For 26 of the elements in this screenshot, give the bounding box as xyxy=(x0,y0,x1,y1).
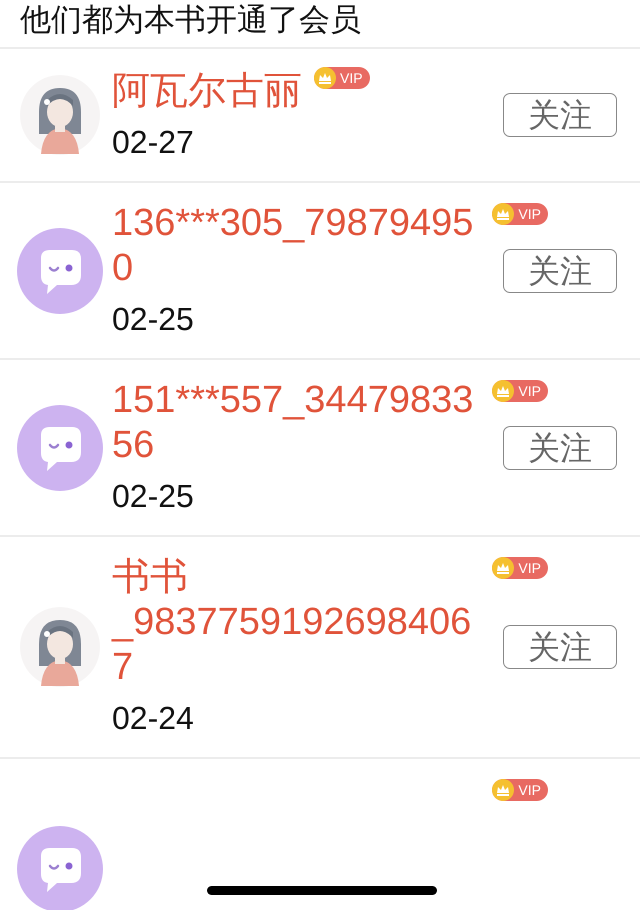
crown-icon xyxy=(314,67,336,89)
vip-badge: VIP xyxy=(314,67,370,89)
follow-button[interactable]: 关注 xyxy=(503,248,617,292)
vip-badge: VIP xyxy=(492,779,548,801)
crown-icon xyxy=(492,557,514,579)
follow-button[interactable]: 关注 xyxy=(503,93,617,137)
chat-avatar-icon xyxy=(17,228,103,314)
join-date: 02-27 xyxy=(112,124,195,160)
vip-badge: VIP xyxy=(492,203,548,225)
join-date: 02-25 xyxy=(112,301,195,337)
join-date: 02-24 xyxy=(112,700,195,736)
follow-button[interactable]: 关注 xyxy=(503,426,617,470)
chat-avatar-icon xyxy=(17,404,103,490)
crown-icon xyxy=(492,779,514,801)
user-name: 136***305_798794950 xyxy=(112,202,474,289)
follow-button[interactable]: 关注 xyxy=(503,625,617,669)
user-name: 书书_98377591926984067 xyxy=(112,556,472,688)
crown-icon xyxy=(492,203,514,225)
join-date: 02-25 xyxy=(112,478,195,514)
vip-badge: VIP xyxy=(492,557,548,579)
user-name: 阿瓦尔古丽 xyxy=(112,70,302,112)
crown-icon xyxy=(492,380,514,402)
vip-badge: VIP xyxy=(492,380,548,402)
user-name: 151***557_3447983356 xyxy=(112,379,474,466)
section-title: 他们都为本书开通了会员 xyxy=(0,0,640,49)
chat-avatar-icon xyxy=(17,826,103,910)
